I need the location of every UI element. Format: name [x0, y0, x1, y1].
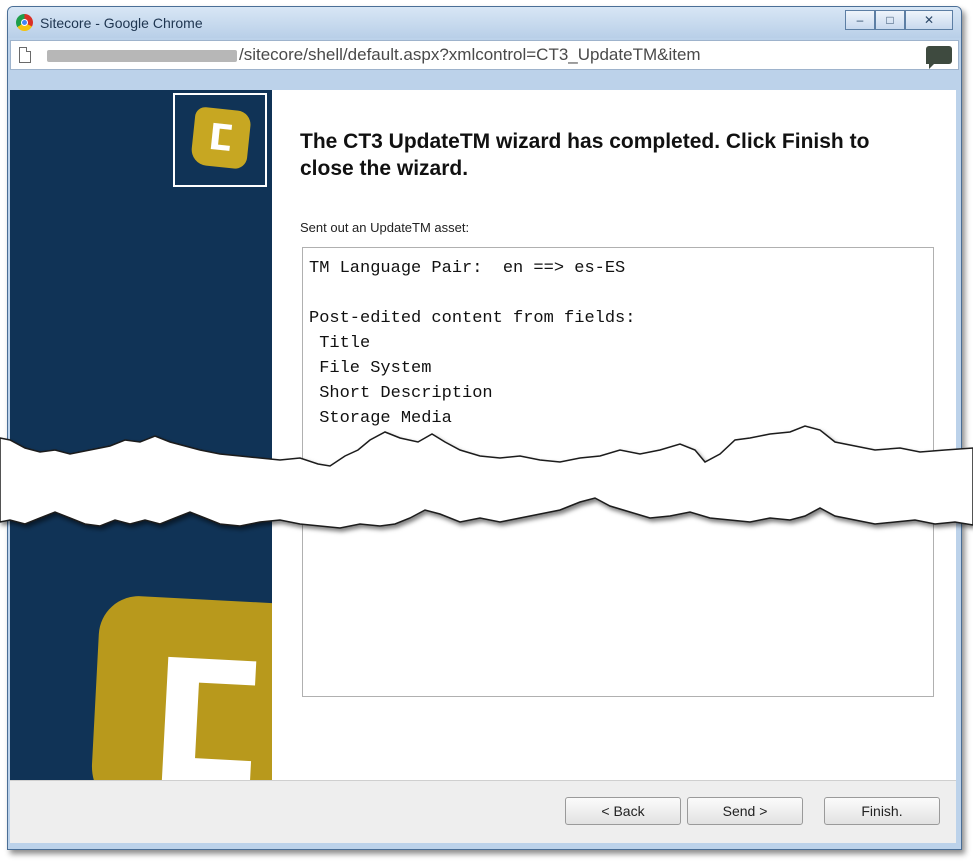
result-label: Sent out an UpdateTM asset:: [300, 220, 470, 235]
result-textarea[interactable]: TM Language Pair: en ==> es-ES Post-edit…: [302, 247, 934, 697]
send-button[interactable]: Send >: [687, 797, 803, 825]
wizard-dialog: ⵎ ⵎ The CT3 UpdateTM wizard has complete…: [10, 90, 956, 780]
completion-heading: The CT3 UpdateTM wizard has completed. C…: [300, 130, 870, 180]
maximize-button[interactable]: □: [875, 10, 905, 30]
minimize-button[interactable]: –: [845, 10, 875, 30]
sitecore-large-logo-icon: ⵎ: [89, 594, 272, 780]
window-controls: – □ ✕: [845, 10, 953, 30]
url-text[interactable]: /sitecore/shell/default.aspx?xmlcontrol=…: [239, 45, 929, 65]
wizard-footer: < Back Send > Finish.: [10, 780, 956, 843]
finish-button[interactable]: Finish.: [824, 797, 940, 825]
logo-mark-icon: ⵎ: [144, 622, 271, 780]
window-title: Sitecore - Google Chrome: [40, 15, 203, 31]
title-bar: Sitecore - Google Chrome – □ ✕: [8, 7, 961, 38]
result-text: TM Language Pair: en ==> es-ES Post-edit…: [309, 259, 636, 428]
wizard-main: The CT3 UpdateTM wizard has completed. C…: [272, 90, 956, 780]
chrome-icon: [16, 14, 33, 31]
logo-frame: ⵎ: [173, 93, 267, 187]
sitecore-logo-icon: ⵎ: [190, 106, 252, 170]
wizard-sidebar: ⵎ ⵎ: [10, 90, 272, 780]
page-icon: [19, 47, 31, 63]
back-button[interactable]: < Back: [565, 797, 681, 825]
close-button[interactable]: ✕: [905, 10, 953, 30]
speech-bubble-icon[interactable]: [926, 46, 952, 69]
redacted-host: [47, 50, 237, 62]
address-bar[interactable]: /sitecore/shell/default.aspx?xmlcontrol=…: [10, 40, 959, 70]
